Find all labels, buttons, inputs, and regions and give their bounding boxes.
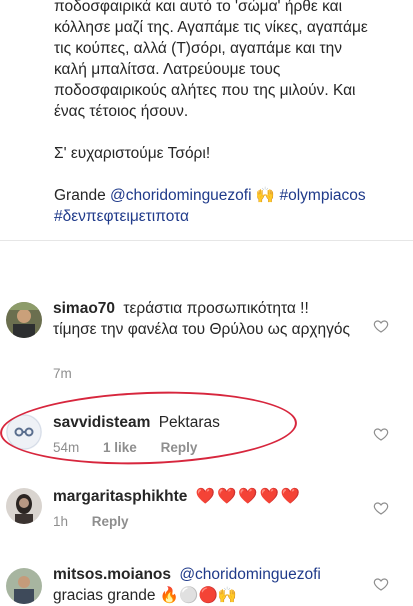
heart-icon[interactable] (373, 426, 389, 442)
hashtag-olympiacos[interactable]: #olympiacos (279, 187, 365, 204)
caption-line: τις κούπες, αλλά (Τ)σόρι, αγαπάμε και τη… (54, 40, 343, 57)
heart-icon[interactable] (373, 576, 389, 592)
raised-hands-emoji: 🙌 (255, 187, 276, 204)
reply-button[interactable]: Reply (92, 514, 129, 529)
caption-line: ποδοσφαιρικούς αλήτες που της μιλούν. Κα… (54, 82, 356, 99)
mention-link[interactable]: @choridominguezofi (110, 187, 252, 204)
annotation-circle (0, 386, 299, 470)
caption-thanks: Σ' ευχαριστούμε Τσόρι! (54, 145, 211, 162)
comment-text: ❤️❤️❤️❤️❤️ (195, 488, 303, 505)
avatar[interactable] (6, 488, 42, 524)
hashtag-denpeftei[interactable]: #δενπεφτειμετιποτα (54, 208, 189, 225)
heart-icon[interactable] (373, 318, 389, 334)
caption-partial-line: ποδοσφαιρικά και αυτό το 'σώμα' ήρθε και (54, 0, 343, 15)
caption-line: καλή μπαλίτσα. Λατρεύουμε τους (54, 61, 281, 78)
heart-icon[interactable] (373, 500, 389, 516)
caption-line: ένας τέτοιος ήσουν. (54, 103, 189, 120)
caption-grande-line: Grande @choridominguezofi 🙌 #olympiacos (54, 185, 406, 206)
mention-link[interactable]: @choridominguezofi (179, 566, 321, 583)
divider (0, 240, 413, 241)
comment-time: 7m (53, 366, 72, 381)
caption-line: κόλλησε μαζί της. Αγαπάμε τις νίκες, αγα… (54, 19, 368, 36)
caption-grande: Grande (54, 187, 106, 204)
avatar[interactable] (6, 302, 42, 338)
comment-meta: 7m (53, 366, 92, 381)
comment-username[interactable]: mitsos.moianos (53, 566, 171, 583)
avatar[interactable] (6, 568, 42, 604)
comment-username[interactable]: simao70 (53, 300, 115, 317)
comment-time: 1h (53, 514, 69, 529)
comment-body: simao70 τεράστια προσωπικότητα !! τίμησε… (53, 298, 353, 340)
comment-text: gracias grande 🔥⚪🔴🙌 (53, 587, 238, 604)
comment-body: margaritasphikhte ❤️❤️❤️❤️❤️ (53, 486, 353, 507)
comment-meta: 1h Reply (53, 514, 149, 529)
post-caption: ποδοσφαιρικά και αυτό το 'σώμα' ήρθε και… (54, 0, 406, 227)
comment-username[interactable]: margaritasphikhte (53, 488, 187, 505)
